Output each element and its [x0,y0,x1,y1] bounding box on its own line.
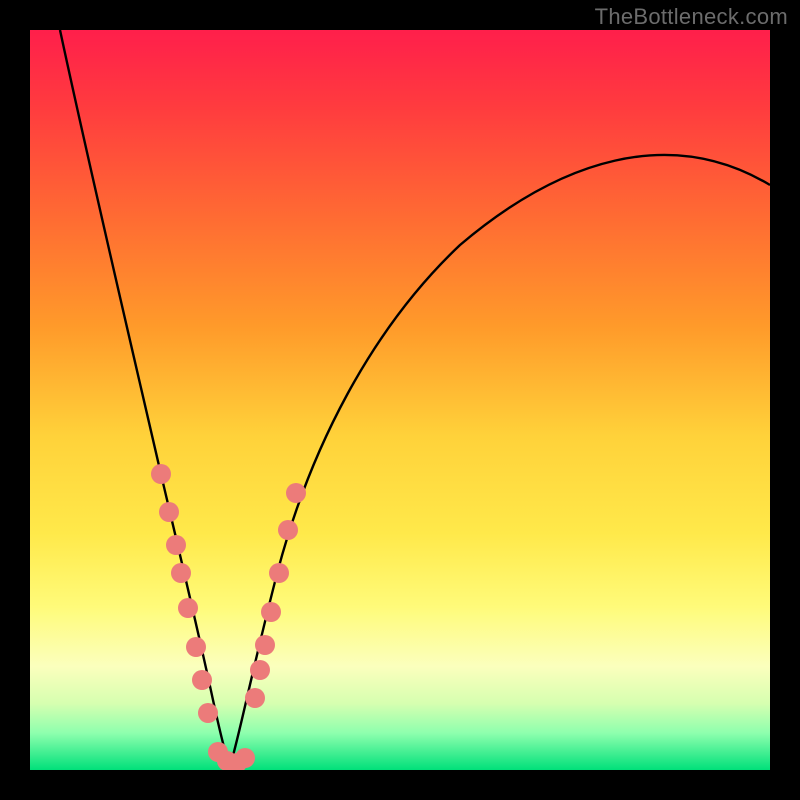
marker [166,535,186,555]
marker [171,563,191,583]
marker [278,520,298,540]
marker [250,660,270,680]
marker [235,748,255,768]
marker-group [151,464,306,770]
marker [178,598,198,618]
marker [255,635,275,655]
marker [192,670,212,690]
marker [186,637,206,657]
marker [269,563,289,583]
marker [261,602,281,622]
marker [245,688,265,708]
marker [151,464,171,484]
marker [198,703,218,723]
plot-area [30,30,770,770]
marker [286,483,306,503]
chart-frame: TheBottleneck.com [0,0,800,800]
right-curve [230,155,770,766]
curve-layer [30,30,770,770]
watermark-text: TheBottleneck.com [595,4,788,30]
left-curve [60,30,230,766]
marker [159,502,179,522]
